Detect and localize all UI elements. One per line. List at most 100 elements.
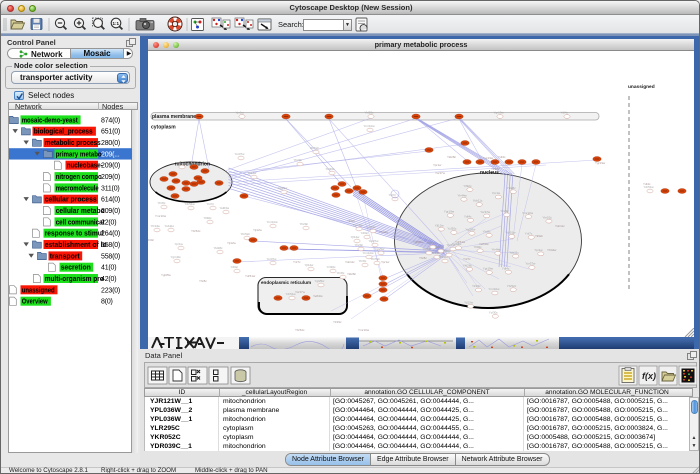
svg-text:Ydl4c: Ydl4c: [361, 231, 369, 235]
svg-text:Yfr44w: Yfr44w: [547, 248, 557, 252]
svg-text:Yhr8c: Yhr8c: [199, 279, 207, 283]
svg-text:Ycl30c: Ycl30c: [367, 225, 377, 229]
svg-text:Ymr10w: Ymr10w: [488, 287, 500, 291]
svg-text:Yob11c: Yob11c: [165, 224, 175, 228]
svg-text:Ylr29c: Ylr29c: [500, 209, 509, 213]
svg-text:1:1: 1:1: [113, 21, 120, 26]
svg-text:Ydl4c: Ydl4c: [464, 215, 472, 219]
svg-text:Ylr29c: Ylr29c: [300, 222, 309, 226]
svg-text:Ynl7c: Ynl7c: [427, 241, 435, 245]
svg-text:Ylr29c: Ylr29c: [294, 158, 303, 162]
svg-text:multi-organism pro: multi-organism pro: [45, 276, 104, 283]
svg-text:Yjl12w: Yjl12w: [227, 241, 237, 245]
svg-text:Search:: Search:: [278, 20, 304, 29]
svg-text:Yil92c: Yil92c: [535, 234, 544, 238]
svg-text:Ylr29c: Ylr29c: [333, 320, 342, 324]
svg-text:209(...: 209(...: [101, 151, 120, 158]
svg-text:874(0): 874(0): [101, 117, 120, 124]
svg-text:Ynl7c: Ynl7c: [525, 232, 533, 236]
svg-text:8(0): 8(0): [101, 298, 113, 305]
svg-text:Yfr44w: Yfr44w: [379, 230, 389, 234]
svg-text:223(0): 223(0): [101, 287, 120, 294]
svg-text:Ycl30c: Ycl30c: [447, 227, 457, 231]
svg-text:Yor37w: Yor37w: [295, 290, 306, 294]
svg-text:41(0): 41(0): [101, 264, 116, 271]
svg-text:264(0): 264(0): [101, 230, 120, 237]
svg-text:Yfr44w: Yfr44w: [457, 194, 467, 198]
svg-text:Ybr52c: Ybr52c: [241, 232, 251, 236]
svg-text:Ydr51w: Ydr51w: [185, 202, 196, 206]
svg-text:Yob11c: Yob11c: [555, 224, 565, 228]
svg-text:response to stimul: response to stimul: [45, 230, 104, 237]
svg-text:unassigned: unassigned: [628, 84, 655, 90]
svg-text:Ykl28c: Ykl28c: [463, 264, 473, 268]
svg-text:Ykl28c: Ykl28c: [447, 155, 457, 159]
svg-text:primary metabo: primary metabo: [56, 151, 102, 158]
svg-text:22(0): 22(0): [101, 219, 116, 226]
svg-text:biological_process: biological_process: [34, 128, 93, 135]
svg-text:Overview: Overview: [22, 298, 48, 305]
svg-text:Ycl30c: Ycl30c: [489, 311, 499, 315]
svg-text:Ydl4c: Ydl4c: [643, 182, 651, 186]
svg-text:Ybr52c: Ybr52c: [371, 257, 381, 261]
svg-text:Ygl25w: Ygl25w: [278, 186, 289, 190]
svg-text:Ydl4c: Ydl4c: [561, 111, 569, 115]
svg-text:Ymr10w: Ymr10w: [522, 211, 534, 215]
svg-text:Ydl4c: Ydl4c: [498, 155, 506, 159]
svg-text:Yel63w: Yel63w: [313, 294, 323, 298]
svg-text:651(0): 651(0): [101, 128, 120, 135]
svg-text:unassigned: unassigned: [22, 287, 55, 294]
svg-text:Yor37w: Yor37w: [369, 239, 380, 243]
svg-text:Ynl7c: Ynl7c: [463, 257, 471, 261]
svg-text:209(0): 209(0): [101, 174, 120, 181]
svg-text:Ybr52c: Ybr52c: [507, 284, 517, 288]
svg-text:Ylr29c: Ylr29c: [491, 167, 500, 171]
svg-text:plasma membrane: plasma membrane: [152, 114, 196, 120]
svg-text:Yjl12w: Yjl12w: [253, 228, 263, 232]
svg-text:Ygl25w: Ygl25w: [315, 279, 326, 283]
svg-text:Ydr51w: Ydr51w: [505, 231, 516, 235]
svg-text:Ylr29c: Ylr29c: [472, 284, 481, 288]
svg-text:cytoplasm: cytoplasm: [151, 125, 176, 131]
svg-text:f(x): f(x): [642, 371, 656, 381]
svg-text:558(0): 558(0): [101, 253, 120, 260]
svg-text:Ynl7c: Ynl7c: [207, 202, 215, 206]
svg-text:558(0): 558(0): [101, 242, 120, 249]
svg-text:Ydr51w: Ydr51w: [245, 274, 256, 278]
svg-text:nucleobase-: nucleobase-: [67, 162, 104, 169]
svg-text:Ygl25w: Ygl25w: [413, 240, 424, 244]
svg-text:Ybr52c: Ybr52c: [191, 229, 201, 233]
svg-text:Yfr44w: Yfr44w: [491, 248, 501, 252]
svg-text:311(0): 311(0): [101, 185, 120, 192]
svg-text:secretion: secretion: [61, 264, 91, 271]
svg-text:Yil92c: Yil92c: [347, 219, 356, 223]
svg-text:cell communicat: cell communicat: [56, 219, 106, 226]
svg-text:Ykl28c: Ykl28c: [347, 272, 357, 276]
svg-text:Ymr10w: Ymr10w: [155, 214, 167, 218]
svg-text:mosaic-demo-yeast: mosaic-demo-yeast: [22, 117, 79, 124]
svg-text:cellular metabo: cellular metabo: [56, 208, 105, 215]
svg-text:Yhr8c: Yhr8c: [483, 230, 491, 234]
svg-text:Ykl28c: Ykl28c: [365, 111, 375, 115]
svg-text:Ypr1w: Ypr1w: [534, 248, 543, 252]
svg-text:Ydl4c: Ydl4c: [502, 266, 510, 270]
svg-text:Ykl28c: Ykl28c: [214, 246, 224, 250]
svg-text:Yor37w: Yor37w: [525, 262, 536, 266]
svg-text:Yjl12w: Yjl12w: [435, 223, 445, 227]
svg-text:macromolecule: macromolecule: [56, 185, 99, 192]
svg-text:Ypr1w: Ypr1w: [492, 191, 501, 195]
svg-text:Yjl12w: Yjl12w: [305, 263, 315, 267]
svg-text:metabolic process: metabolic process: [45, 140, 101, 147]
svg-text:Yor37w: Yor37w: [480, 210, 491, 214]
svg-text:Yil92c: Yil92c: [204, 216, 213, 220]
svg-text:Ygr19w: Ygr19w: [483, 267, 494, 271]
svg-text:Ymr10w: Ymr10w: [358, 328, 370, 332]
svg-text:280(0): 280(0): [101, 140, 120, 147]
svg-text:Yfr44w: Yfr44w: [151, 224, 161, 228]
svg-text:Ygr19w: Ygr19w: [444, 210, 455, 214]
svg-text:Ymr10w: Ymr10w: [364, 124, 376, 128]
svg-text:Yor37w: Yor37w: [267, 257, 278, 261]
svg-text:Yhr8c: Yhr8c: [359, 259, 367, 263]
svg-text:Ybr52c: Ybr52c: [295, 328, 305, 332]
svg-text:Yob11c: Yob11c: [473, 199, 483, 203]
